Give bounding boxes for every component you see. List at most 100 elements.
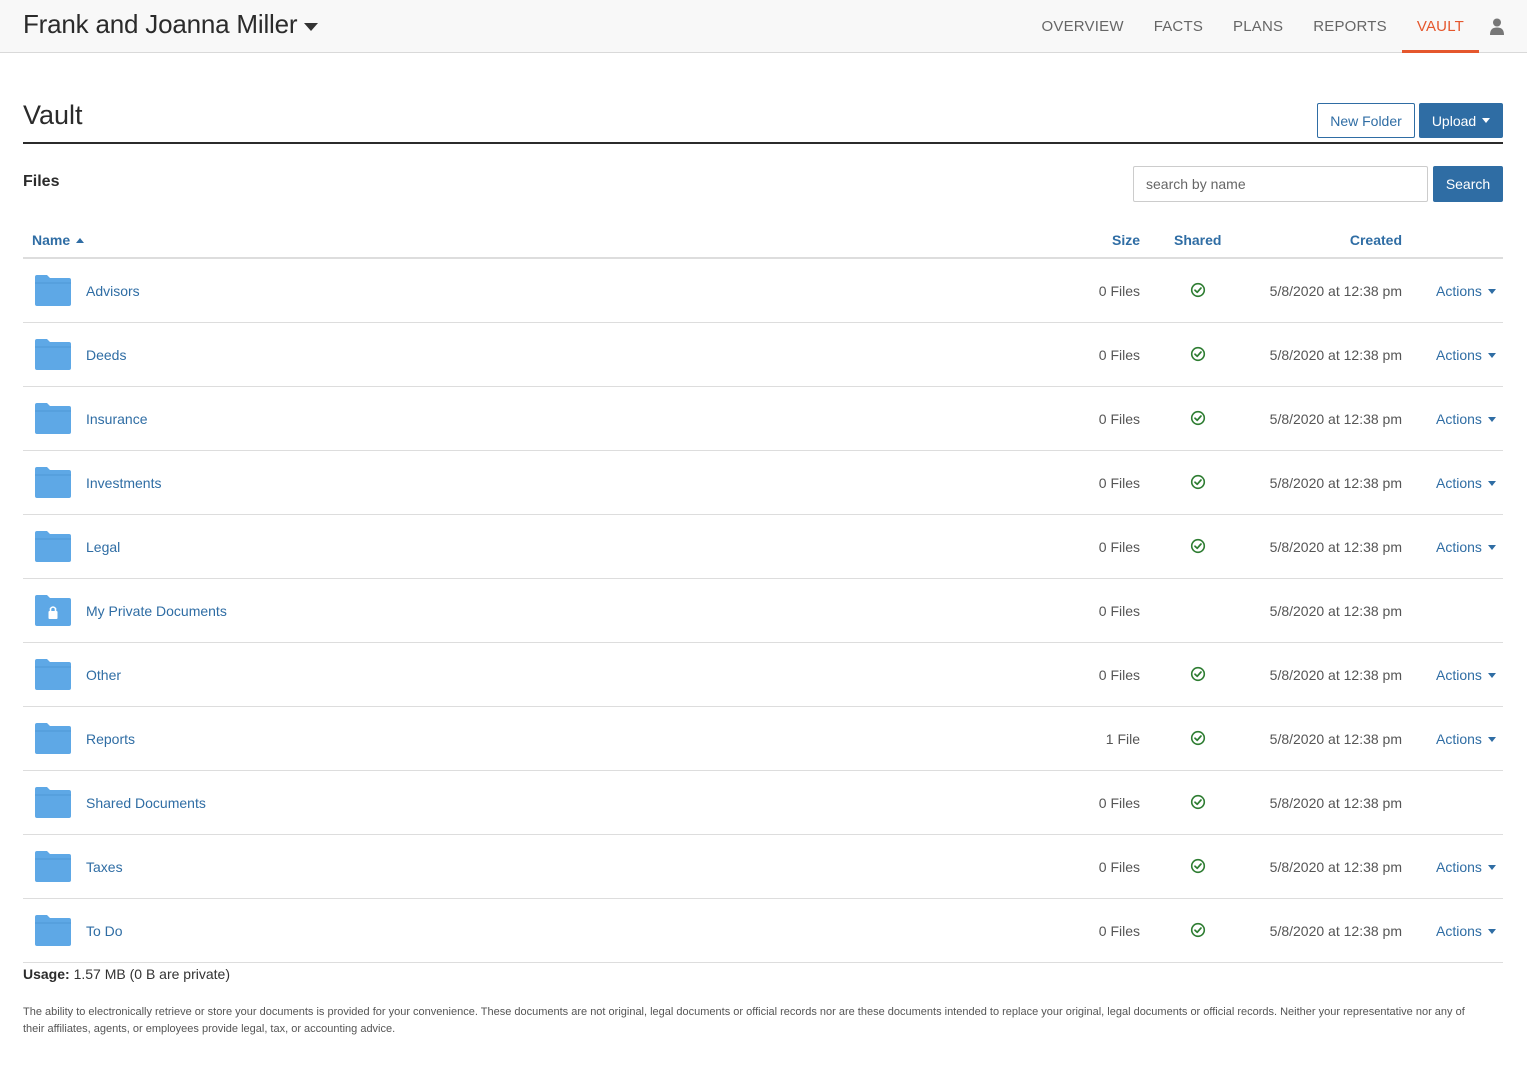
column-header-created[interactable]: Created [1350, 232, 1402, 248]
chevron-down-icon [1482, 118, 1491, 123]
actions-dropdown[interactable]: Actions [1436, 539, 1496, 555]
folder-size: 0 Files [1098, 347, 1140, 363]
shared-check-icon [1190, 730, 1206, 746]
actions-label: Actions [1436, 859, 1482, 875]
folder-size: 0 Files [1098, 923, 1140, 939]
actions-label: Actions [1436, 731, 1482, 747]
nav-overview[interactable]: OVERVIEW [1027, 0, 1139, 53]
actions-label: Actions [1436, 283, 1482, 299]
usage-label: Usage: [23, 966, 70, 982]
actions-dropdown[interactable]: Actions [1436, 283, 1496, 299]
top-navbar: Frank and Joanna Miller OVERVIEW FACTS P… [0, 0, 1527, 53]
actions-dropdown[interactable]: Actions [1436, 667, 1496, 683]
folder-created: 5/8/2020 at 12:38 pm [1269, 795, 1402, 811]
files-table: Name Size Shared Created Advisors 0 Files… [23, 222, 1503, 963]
usage-summary: Usage: 1.57 MB (0 B are private) [23, 966, 230, 982]
folder-created: 5/8/2020 at 12:38 pm [1269, 283, 1402, 299]
page-title: Vault [23, 100, 83, 130]
actions-dropdown[interactable]: Actions [1436, 411, 1496, 427]
column-header-name[interactable]: Name [32, 232, 85, 248]
folder-name-link[interactable]: Insurance [86, 411, 147, 427]
folder-name-link[interactable]: Shared Documents [86, 795, 206, 811]
folder-created: 5/8/2020 at 12:38 pm [1269, 859, 1402, 875]
folder-size: 0 Files [1098, 475, 1140, 491]
folder-size: 0 Files [1098, 603, 1140, 619]
chevron-down-icon [1487, 416, 1496, 422]
folder-size: 1 File [1105, 731, 1140, 747]
actions-dropdown[interactable]: Actions [1436, 923, 1496, 939]
actions-dropdown[interactable]: Actions [1436, 347, 1496, 363]
chevron-down-icon [1487, 352, 1496, 358]
client-selector[interactable]: Frank and Joanna Miller [23, 9, 319, 40]
folder-created: 5/8/2020 at 12:38 pm [1269, 667, 1402, 683]
folder-name-link[interactable]: Deeds [86, 347, 126, 363]
table-body: Advisors 0 Files 5/8/2020 at 12:38 pm Actio… [23, 259, 1503, 963]
folder-icon[interactable] [35, 338, 71, 370]
client-name: Frank and Joanna Miller [23, 9, 298, 39]
folder-icon[interactable] [35, 914, 71, 946]
title-divider [23, 142, 1503, 144]
shared-check-icon [1190, 666, 1206, 682]
locked-folder-icon[interactable] [35, 594, 71, 626]
actions-dropdown[interactable]: Actions [1436, 859, 1496, 875]
folder-size: 0 Files [1098, 411, 1140, 427]
upload-button-label: Upload [1431, 112, 1477, 129]
new-folder-button[interactable]: New Folder [1317, 103, 1415, 138]
folder-size: 0 Files [1098, 795, 1140, 811]
table-row: Investments 0 Files 5/8/2020 at 12:38 pm Ac… [23, 451, 1503, 515]
folder-icon[interactable] [35, 274, 71, 306]
folder-size: 0 Files [1098, 859, 1140, 875]
folder-name-link[interactable]: Investments [86, 475, 161, 491]
actions-dropdown[interactable]: Actions [1436, 731, 1496, 747]
nav-facts[interactable]: FACTS [1139, 0, 1218, 53]
nav-plans[interactable]: PLANS [1218, 0, 1298, 53]
folder-icon[interactable] [35, 402, 71, 434]
nav-vault[interactable]: VAULT [1401, 0, 1479, 53]
folder-created: 5/8/2020 at 12:38 pm [1269, 603, 1402, 619]
folder-name-link[interactable]: Taxes [86, 859, 123, 875]
table-row: Taxes 0 Files 5/8/2020 at 12:38 pm Actions [23, 835, 1503, 899]
shared-check-icon [1190, 922, 1206, 938]
search-button[interactable]: Search [1433, 166, 1503, 202]
folder-icon[interactable] [35, 786, 71, 818]
folder-name-link[interactable]: My Private Documents [86, 603, 227, 619]
user-icon[interactable] [1479, 0, 1527, 53]
chevron-down-icon [1487, 928, 1496, 934]
folder-icon[interactable] [35, 530, 71, 562]
folder-created: 5/8/2020 at 12:38 pm [1269, 923, 1402, 939]
column-header-shared[interactable]: Shared [1174, 232, 1221, 248]
chevron-down-icon [1487, 288, 1496, 294]
folder-icon[interactable] [35, 722, 71, 754]
folder-name-link[interactable]: Other [86, 667, 121, 683]
column-header-size[interactable]: Size [1112, 232, 1140, 248]
shared-check-icon [1190, 794, 1206, 810]
chevron-down-icon [1487, 736, 1496, 742]
folder-icon[interactable] [35, 658, 71, 690]
folder-icon[interactable] [35, 466, 71, 498]
table-row: Shared Documents 0 Files 5/8/2020 at 12:38… [23, 771, 1503, 835]
upload-button[interactable]: Upload [1419, 103, 1503, 138]
folder-name-link[interactable]: Reports [86, 731, 135, 747]
actions-label: Actions [1436, 411, 1482, 427]
folder-created: 5/8/2020 at 12:38 pm [1269, 347, 1402, 363]
folder-size: 0 Files [1098, 539, 1140, 555]
table-row: Deeds 0 Files 5/8/2020 at 12:38 pm Actions [23, 323, 1503, 387]
folder-name-link[interactable]: Legal [86, 539, 120, 555]
folder-icon[interactable] [35, 850, 71, 882]
actions-label: Actions [1436, 475, 1482, 491]
folder-size: 0 Files [1098, 283, 1140, 299]
actions-label: Actions [1436, 923, 1482, 939]
shared-check-icon [1190, 346, 1206, 362]
search-input[interactable] [1133, 166, 1428, 202]
nav-reports[interactable]: REPORTS [1298, 0, 1402, 53]
shared-check-icon [1190, 474, 1206, 490]
folder-name-link[interactable]: Advisors [86, 283, 140, 299]
table-row: My Private Documents 0 Files 5/8/2020 at 1… [23, 579, 1503, 643]
chevron-down-icon [1487, 864, 1496, 870]
files-heading: Files [23, 173, 60, 190]
actions-dropdown[interactable]: Actions [1436, 475, 1496, 491]
column-header-name-label: Name [32, 232, 71, 248]
table-row: Insurance 0 Files 5/8/2020 at 12:38 pm Acti… [23, 387, 1503, 451]
chevron-down-icon [1487, 672, 1496, 678]
folder-name-link[interactable]: To Do [86, 923, 123, 939]
